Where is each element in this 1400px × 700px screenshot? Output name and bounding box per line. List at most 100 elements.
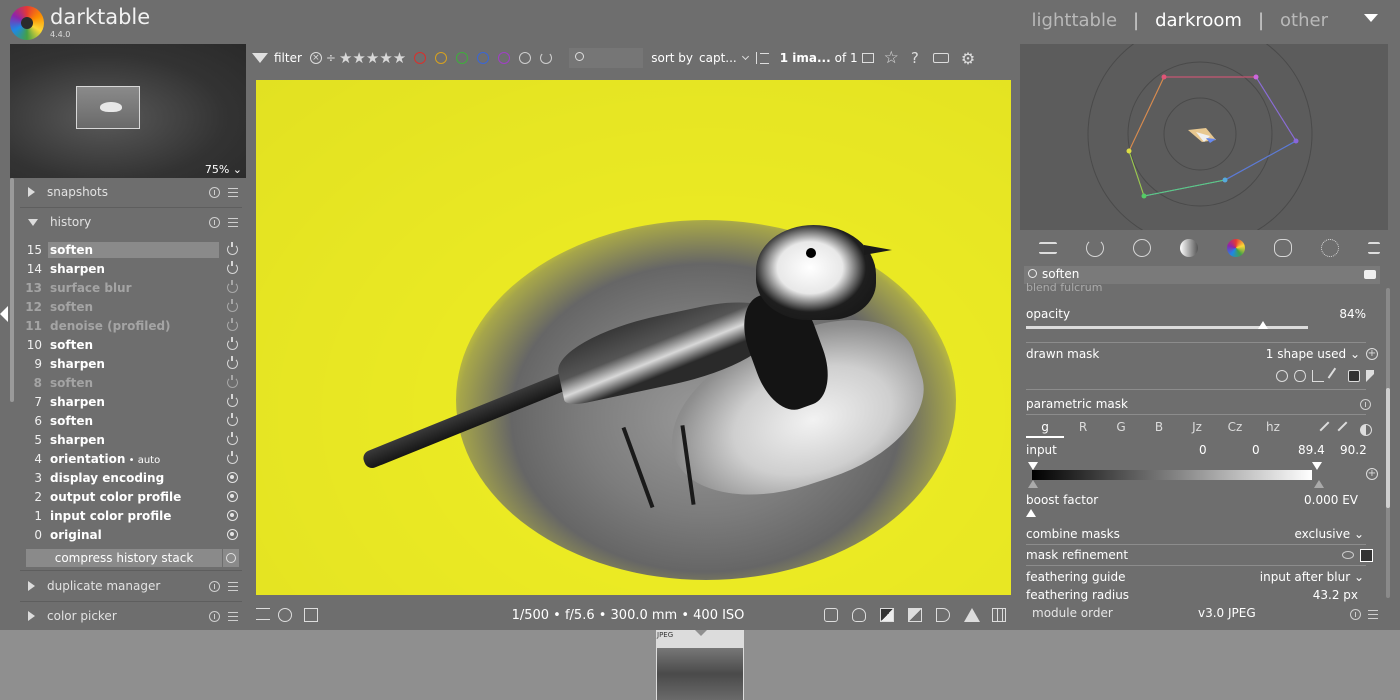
input-marker[interactable] [1028,462,1038,470]
drawn-mask-row[interactable]: drawn mask 1 shape used ⌄ [1026,347,1366,361]
history-item[interactable]: 9 sharpen [20,354,242,373]
combine-masks-row[interactable]: combine masks exclusive ⌄ [1026,527,1366,541]
input-marker[interactable] [1028,480,1038,488]
center-image-view[interactable] [256,80,1011,595]
rating-stars[interactable]: ★★★★★ [339,49,406,67]
add-shape-icon[interactable]: + [1366,348,1378,360]
history-item[interactable]: 6 soften [20,411,242,430]
history-item[interactable]: 12 soften [20,297,242,316]
base-modules-circle-icon[interactable] [1132,239,1151,257]
color-modules-icon[interactable] [1226,239,1245,257]
input-marker[interactable] [1314,480,1324,488]
history-item[interactable]: 15 soften [20,240,242,259]
tone-modules-icon[interactable] [1179,239,1198,257]
history-item[interactable]: 7 sharpen [20,392,242,411]
collapse-left-panel-icon[interactable] [0,306,8,322]
path-shape-icon[interactable] [1312,370,1324,382]
display-mask-icon[interactable] [1360,549,1373,562]
show-mask-eye-icon[interactable] [1342,551,1354,559]
color-label-filter[interactable] [435,52,448,64]
presets-menu-icon[interactable] [1368,610,1378,619]
text-search-input[interactable] [569,48,644,68]
grouping-icon[interactable] [861,53,874,63]
combine-masks-dropdown[interactable]: exclusive ⌄ [1294,527,1364,541]
info-icon[interactable] [209,610,220,622]
feathering-guide-dropdown[interactable]: input after blur ⌄ [1260,570,1364,584]
collapse-header-icon[interactable] [1364,14,1378,22]
history-item[interactable]: 8 soften [20,373,242,392]
color-label-filter[interactable] [456,52,469,64]
color-label-operator-icon[interactable] [540,52,553,64]
channel-tab[interactable]: hz [1254,420,1292,438]
filter-icon[interactable] [252,53,268,63]
history-item[interactable]: 14 sharpen [20,259,242,278]
focus-peaking-icon[interactable] [824,608,838,622]
feathering-radius-row[interactable]: feathering radius 43.2 px [1026,588,1366,602]
color-label-filter[interactable] [498,52,511,64]
presets-menu-icon[interactable] [228,217,238,227]
history-item[interactable]: 3 display encoding [20,468,242,487]
correct-modules-icon[interactable] [1273,239,1292,257]
parametric-info-icon[interactable] [1360,399,1371,410]
gamut-check-icon[interactable] [936,608,950,622]
softproof-icon[interactable] [908,608,922,622]
channel-tab[interactable]: Jz [1178,420,1216,438]
history-item[interactable]: 11 denoise (profiled) [20,316,242,335]
channel-tab[interactable]: B [1140,420,1178,438]
channel-tab[interactable]: G [1102,420,1140,438]
guides-grid-icon[interactable] [992,608,1006,622]
channel-tab[interactable]: R [1064,420,1102,438]
help-icon[interactable]: ? [911,49,919,67]
view-lighttable[interactable]: lighttable [1032,10,1117,31]
info-icon[interactable] [209,186,220,198]
history-item[interactable]: 1 input color profile [20,506,242,525]
overlays-star-icon[interactable]: ☆ [884,48,899,68]
history-item[interactable]: 2 output color profile [20,487,242,506]
input-marker[interactable] [1312,462,1322,470]
feathering-guide-row[interactable]: feathering guide input after blur ⌄ [1026,570,1366,584]
opacity-slider-thumb[interactable] [1257,321,1268,329]
info-icon[interactable] [209,216,220,228]
opacity-row[interactable]: opacity 84% [1026,307,1366,321]
reject-icon[interactable]: ÷ [326,51,336,65]
ellipse-shape-icon[interactable] [1294,370,1306,382]
left-panel-scrollbar[interactable] [10,178,14,402]
presets-menu-icon[interactable] [228,187,238,197]
active-modules-power-icon[interactable] [1085,239,1104,257]
channel-tab[interactable]: g [1026,420,1064,438]
history-header[interactable]: history [20,208,242,236]
sort-by-dropdown[interactable]: capt... [699,51,737,65]
view-darkroom[interactable]: darkroom [1155,10,1242,31]
create-style-icon[interactable] [223,549,239,567]
quick-access-icon[interactable] [1038,242,1057,254]
module-presets-menu-icon[interactable] [1367,242,1380,254]
color-picker-header[interactable]: color picker [20,602,242,630]
brush-shape-icon[interactable] [1327,367,1345,385]
effect-modules-icon[interactable] [1320,239,1339,257]
input-add-icon[interactable]: + [1366,468,1378,480]
snapshots-header[interactable]: snapshots [20,178,242,206]
clipping-indicator-icon[interactable] [880,608,894,622]
chevron-down-icon[interactable] [741,52,749,61]
navigator-zoom[interactable]: 75% ⌄ [205,163,242,176]
compress-history-button[interactable]: compress history stack [26,549,222,567]
color-label-filter[interactable] [414,52,427,64]
presets-menu-icon[interactable] [228,581,238,591]
info-icon[interactable] [209,580,220,592]
drawn-mask-value[interactable]: 1 shape used ⌄ [1266,347,1360,361]
invert-polarity-icon[interactable] [1360,424,1372,436]
lightbulb-icon[interactable] [852,608,866,622]
right-panel-scrollbar-thumb[interactable] [1386,388,1390,508]
shortcuts-keyboard-icon[interactable] [932,53,949,63]
rating-reset-icon[interactable]: × [309,52,322,64]
preferences-gear-icon[interactable]: ⚙ [961,49,975,68]
gradient-shape-icon[interactable] [1348,370,1360,382]
parametric-mask-row[interactable]: parametric mask [1026,397,1366,411]
boost-factor-row[interactable]: boost factor 0.000 EV [1026,493,1366,507]
duplicate-manager-header[interactable]: duplicate manager [20,572,242,600]
sort-order-icon[interactable] [755,52,770,64]
clear-search-icon[interactable] [1364,270,1376,279]
color-label-filter[interactable] [477,52,490,64]
filmstrip-thumbnail[interactable]: JPEG [656,630,744,700]
circle-shape-icon[interactable] [1276,370,1288,382]
